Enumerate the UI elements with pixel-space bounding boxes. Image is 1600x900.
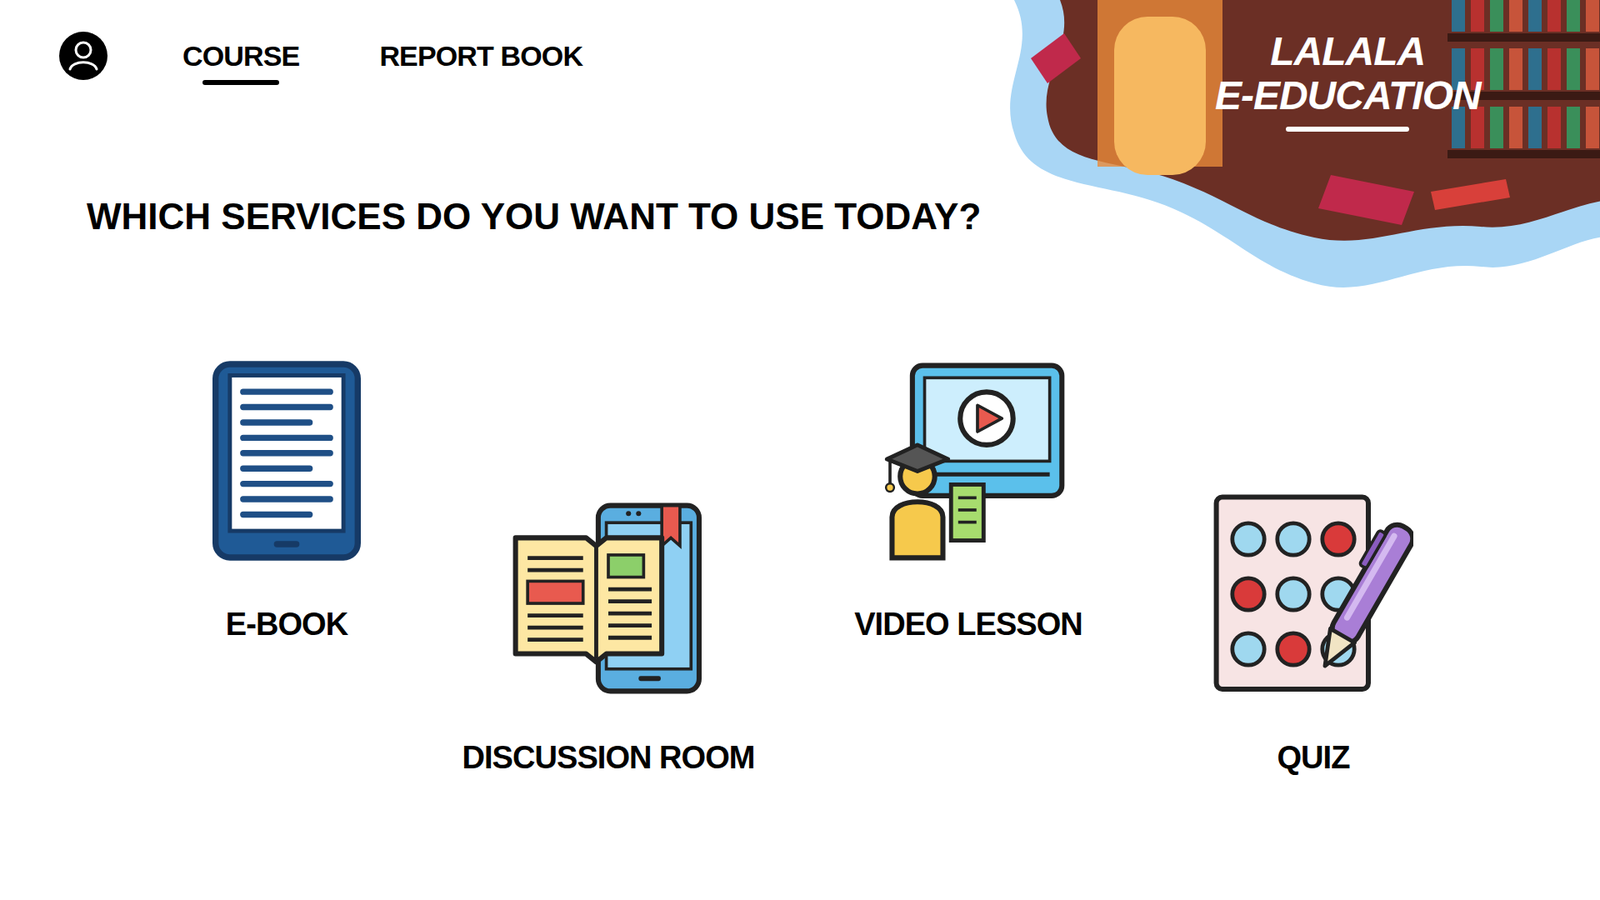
- nav-tab[interactable]: REPORT BOOK: [379, 31, 583, 85]
- service-card[interactable]: E-BOOK: [128, 360, 445, 643]
- brand-title: LALALAE-EDUCATION: [1214, 30, 1481, 132]
- discussion-room-icon: [512, 502, 705, 695]
- service-icon-box: [871, 360, 1065, 561]
- brand-line: E-EDUCATION: [1215, 74, 1481, 119]
- service-card[interactable]: DISCUSSION ROOM: [450, 494, 767, 776]
- brand-line: LALALA: [1270, 30, 1425, 75]
- nav-underline: [442, 80, 520, 85]
- nav-tab[interactable]: COURSE: [182, 31, 300, 85]
- service-label: DISCUSSION ROOM: [462, 739, 755, 776]
- top-section: COURSE REPORT BOOK WHICH SERVICES DO YOU W…: [0, 0, 1600, 306]
- app: COURSE REPORT BOOK WHICH SERVICES DO YOU W…: [0, 0, 1600, 900]
- left-header: COURSE REPORT BOOK WHICH SERVICES DO YOU W…: [0, 0, 981, 239]
- service-card[interactable]: VIDEO LESSON: [810, 360, 1127, 643]
- service-icon-box: [212, 360, 361, 561]
- service-card[interactable]: QUIZ: [1155, 494, 1472, 776]
- top-nav: COURSE REPORT BOOK: [59, 31, 981, 85]
- video-lesson-icon: [871, 362, 1065, 561]
- brand-banner: LALALAE-EDUCATION: [980, 0, 1600, 306]
- service-icon-box: [512, 494, 705, 695]
- service-label: QUIZ: [1277, 739, 1350, 776]
- quiz-icon: [1213, 494, 1414, 695]
- ebook-icon: [212, 360, 361, 561]
- nav-label: REPORT BOOK: [379, 31, 583, 80]
- service-label: E-BOOK: [225, 605, 348, 643]
- service-icon-box: [1213, 494, 1414, 695]
- service-label: VIDEO LESSON: [854, 605, 1083, 643]
- user-icon[interactable]: [59, 31, 108, 80]
- nav-label: COURSE: [182, 31, 300, 80]
- page-heading: WHICH SERVICES DO YOU WANT TO USE TODAY?: [86, 195, 981, 239]
- nav-underline: [202, 80, 280, 85]
- services: E-BOOK DISCUSSION ROOM VIDEO LESSON QUIZ: [0, 360, 1600, 776]
- brand-underline: [1285, 126, 1410, 132]
